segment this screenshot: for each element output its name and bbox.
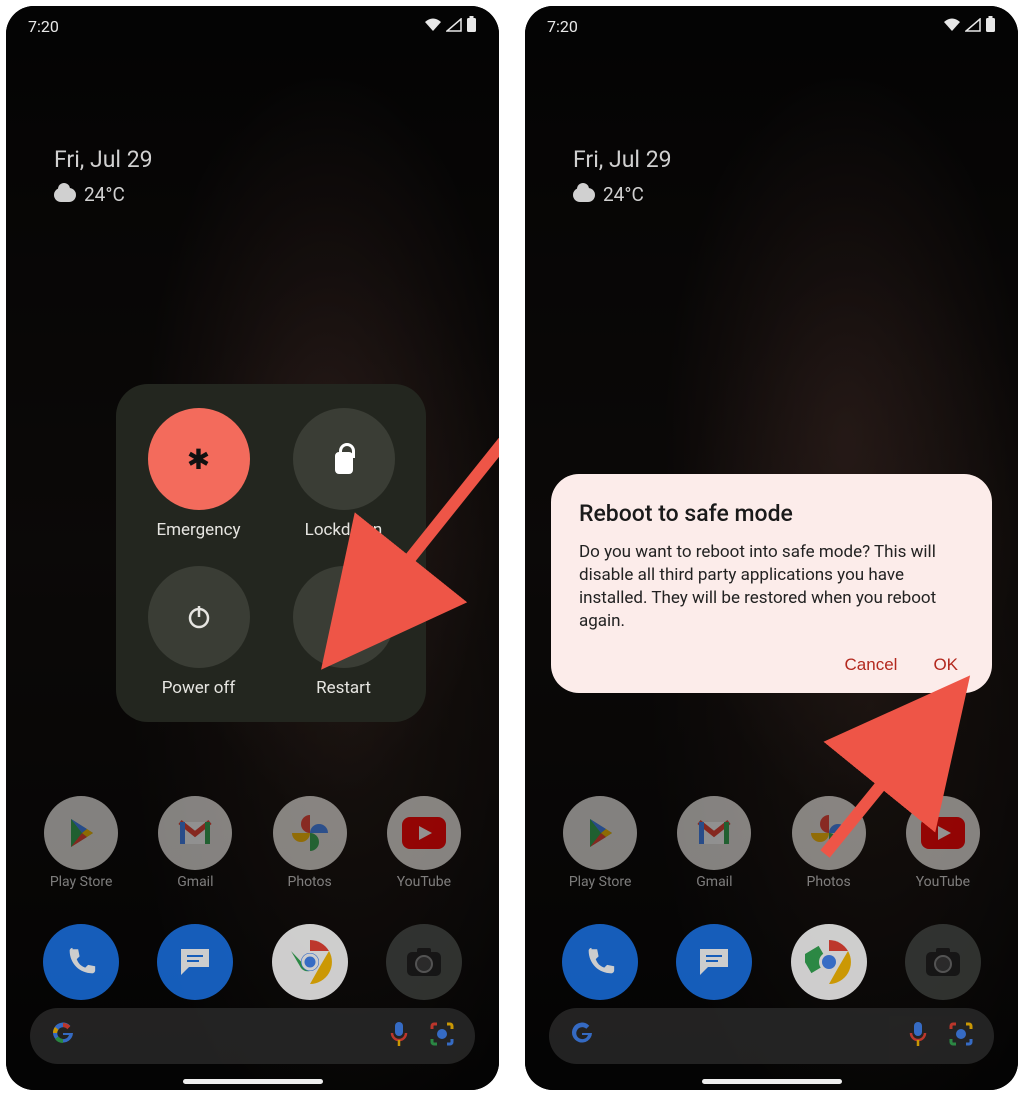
mic-icon[interactable] bbox=[908, 1021, 928, 1051]
nav-handle[interactable] bbox=[183, 1079, 323, 1084]
emergency-icon: ✱ bbox=[148, 408, 250, 510]
cancel-button[interactable]: Cancel bbox=[845, 655, 898, 675]
safe-mode-dialog: Reboot to safe mode Do you want to reboo… bbox=[551, 474, 992, 693]
annotation-arrow bbox=[376, 406, 499, 610]
search-bar[interactable] bbox=[549, 1008, 994, 1064]
ok-button[interactable]: OK bbox=[933, 655, 958, 675]
camera-icon bbox=[905, 924, 981, 1000]
home-temperature: 24°C bbox=[603, 183, 644, 206]
app-phone[interactable] bbox=[43, 924, 119, 1000]
power-menu-label: Lockdown bbox=[305, 520, 383, 540]
app-row-1: Play Store Gmail Photos YouTube bbox=[6, 796, 499, 890]
app-camera[interactable] bbox=[386, 924, 462, 1000]
app-youtube[interactable]: YouTube bbox=[387, 796, 461, 890]
camera-icon bbox=[386, 924, 462, 1000]
app-label: Gmail bbox=[177, 874, 213, 890]
power-menu-label: Emergency bbox=[156, 520, 240, 540]
app-label: Play Store bbox=[50, 874, 113, 890]
date-weather-widget[interactable]: Fri, Jul 29 24°C bbox=[573, 146, 672, 206]
power-menu-label: Restart bbox=[316, 678, 371, 698]
mic-icon[interactable] bbox=[389, 1021, 409, 1051]
app-label: YouTube bbox=[397, 874, 451, 890]
signal-icon bbox=[446, 17, 462, 36]
status-time: 7:20 bbox=[28, 17, 59, 36]
annotation-arrow bbox=[795, 674, 995, 878]
search-bar[interactable] bbox=[30, 1008, 475, 1064]
app-chrome[interactable] bbox=[791, 924, 867, 1000]
power-menu-emergency[interactable]: ✱ Emergency bbox=[126, 408, 271, 540]
youtube-icon bbox=[387, 796, 461, 870]
power-menu-label: Power off bbox=[162, 678, 236, 698]
cloud-icon bbox=[573, 188, 595, 202]
app-gmail[interactable]: Gmail bbox=[158, 796, 232, 890]
app-chrome[interactable] bbox=[272, 924, 348, 1000]
nav-handle[interactable] bbox=[702, 1079, 842, 1084]
battery-icon bbox=[985, 16, 996, 37]
chrome-icon bbox=[272, 924, 348, 1000]
home-date: Fri, Jul 29 bbox=[54, 146, 153, 173]
lens-icon[interactable] bbox=[948, 1021, 974, 1051]
app-phone[interactable] bbox=[562, 924, 638, 1000]
power-icon bbox=[148, 566, 250, 668]
phone-right: 7:20 Fri, Jul 29 24°C Play Store Gmail P… bbox=[525, 6, 1018, 1090]
play-store-icon bbox=[44, 796, 118, 870]
phone-icon bbox=[43, 924, 119, 1000]
app-photos[interactable]: Photos bbox=[273, 796, 347, 890]
app-label: Gmail bbox=[696, 874, 732, 890]
app-gmail[interactable]: Gmail bbox=[677, 796, 751, 890]
dialog-body: Do you want to reboot into safe mode? Th… bbox=[579, 541, 964, 633]
wifi-icon bbox=[424, 17, 442, 36]
app-label: Play Store bbox=[569, 874, 632, 890]
status-time: 7:20 bbox=[547, 17, 578, 36]
messages-icon bbox=[157, 924, 233, 1000]
messages-icon bbox=[676, 924, 752, 1000]
battery-icon bbox=[466, 16, 477, 37]
play-store-icon bbox=[563, 796, 637, 870]
cloud-icon bbox=[54, 188, 76, 202]
lens-icon[interactable] bbox=[429, 1021, 455, 1051]
app-messages[interactable] bbox=[157, 924, 233, 1000]
app-play-store[interactable]: Play Store bbox=[563, 796, 637, 890]
photos-icon bbox=[273, 796, 347, 870]
chrome-icon bbox=[791, 924, 867, 1000]
phone-left: 7:20 Fri, Jul 29 24°C Play Store bbox=[6, 6, 499, 1090]
dialog-title: Reboot to safe mode bbox=[579, 500, 964, 527]
gmail-icon bbox=[677, 796, 751, 870]
google-g-icon bbox=[50, 1020, 76, 1053]
google-g-icon bbox=[569, 1020, 595, 1053]
dock bbox=[6, 924, 499, 1000]
gmail-icon bbox=[158, 796, 232, 870]
app-label: Photos bbox=[288, 874, 332, 890]
status-bar: 7:20 bbox=[525, 6, 1018, 46]
home-date: Fri, Jul 29 bbox=[573, 146, 672, 173]
app-camera[interactable] bbox=[905, 924, 981, 1000]
home-temperature: 24°C bbox=[84, 183, 125, 206]
phone-icon bbox=[562, 924, 638, 1000]
app-play-store[interactable]: Play Store bbox=[44, 796, 118, 890]
dock bbox=[525, 924, 1018, 1000]
date-weather-widget[interactable]: Fri, Jul 29 24°C bbox=[54, 146, 153, 206]
power-menu-poweroff[interactable]: Power off bbox=[126, 566, 271, 698]
status-bar: 7:20 bbox=[6, 6, 499, 46]
dialog-actions: Cancel OK bbox=[579, 655, 964, 675]
wifi-icon bbox=[943, 17, 961, 36]
app-messages[interactable] bbox=[676, 924, 752, 1000]
signal-icon bbox=[965, 17, 981, 36]
